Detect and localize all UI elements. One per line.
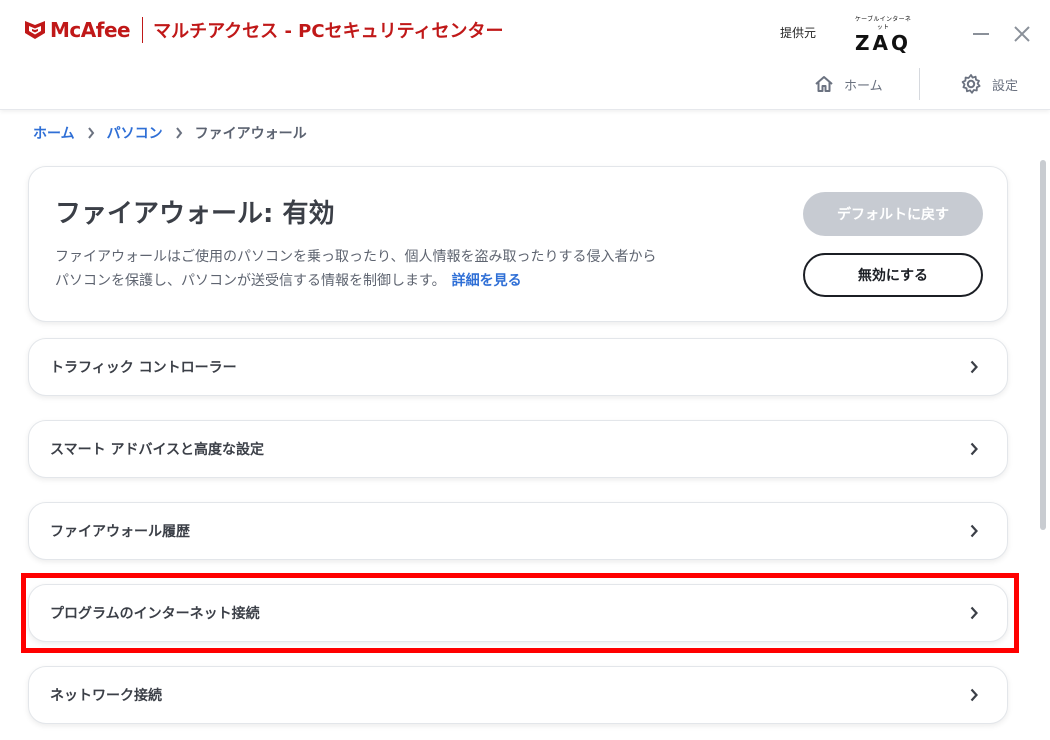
home-icon <box>815 76 833 92</box>
zaq-logo: ケーブルインターネット ZAQ <box>852 16 914 54</box>
brand-divider <box>142 17 144 43</box>
nav-home-label: ホーム <box>844 78 883 94</box>
disable-firewall-button[interactable]: 無効にする <box>803 253 983 297</box>
mcafee-shield-icon <box>25 21 45 39</box>
breadcrumb-current: ファイアウォール <box>194 126 307 142</box>
nav-home[interactable]: ホーム <box>814 68 883 100</box>
nav-settings[interactable]: 設定 <box>960 68 1018 100</box>
restore-default-button[interactable]: デフォルトに戻す <box>803 192 983 236</box>
row-label: プログラムのインターネット接続 <box>50 606 260 622</box>
row-network-connections[interactable]: ネットワーク接続 <box>28 666 1008 724</box>
breadcrumb-pc[interactable]: パソコン <box>107 123 163 143</box>
zaq-logo-subtitle: ケーブルインターネット <box>854 16 912 31</box>
minimize-icon <box>973 33 989 35</box>
chevron-right-icon <box>967 687 981 703</box>
mcafee-logo-text: McAfee <box>50 18 131 42</box>
row-label: トラフィック コントローラー <box>50 360 237 376</box>
firewall-description-line2-wrap: パソコンを保護し、パソコンが送受信する情報を制御します。 詳細を見る <box>55 269 775 293</box>
firewall-status-card: ファイアウォール: 有効 ファイアウォールはご使用のパソコンを乗っ取ったり、個人… <box>28 166 1008 322</box>
breadcrumb-home[interactable]: ホーム <box>33 123 75 143</box>
chevron-right-icon <box>87 127 95 139</box>
firewall-status-title: ファイアウォール: 有効 <box>55 199 335 229</box>
minimize-button[interactable] <box>966 20 996 48</box>
row-label: ファイアウォール履歴 <box>50 524 190 540</box>
gear-icon <box>961 74 981 94</box>
close-icon <box>1014 26 1030 42</box>
firewall-description-line2: パソコンを保護し、パソコンが送受信する情報を制御します。 <box>55 273 446 289</box>
provider-label: 提供元 <box>780 26 817 40</box>
row-program-internet-connections[interactable]: プログラムのインターネット接続 <box>28 584 1008 642</box>
scrollbar-thumb[interactable] <box>1040 160 1046 530</box>
row-smart-advice[interactable]: スマート アドバイスと高度な設定 <box>28 420 1008 478</box>
brand: McAfee マルチアクセス - PCセキュリティセンター <box>24 17 504 43</box>
mcafee-logo: McAfee <box>24 18 131 42</box>
app-header: McAfee マルチアクセス - PCセキュリティセンター 提供元 ケーブルイン… <box>0 0 1050 110</box>
firewall-description: ファイアウォールはご使用のパソコンを乗っ取ったり、個人情報を盗み取ったりする侵入… <box>55 245 775 293</box>
chevron-right-icon <box>967 523 981 539</box>
breadcrumb: ホーム パソコン ファイアウォール <box>33 123 307 143</box>
chevron-right-icon <box>967 441 981 457</box>
row-firewall-history[interactable]: ファイアウォール履歴 <box>28 502 1008 560</box>
chevron-right-icon <box>175 127 183 139</box>
zaq-logo-text: ZAQ <box>855 31 911 55</box>
row-label: ネットワーク接続 <box>50 688 162 704</box>
nav-divider <box>919 68 920 100</box>
nav-settings-label: 設定 <box>992 78 1019 94</box>
close-button[interactable] <box>1007 20 1037 48</box>
firewall-description-line1: ファイアウォールはご使用のパソコンを乗っ取ったり、個人情報を盗み取ったりする侵入… <box>55 249 657 265</box>
row-label: スマート アドバイスと高度な設定 <box>50 442 265 458</box>
row-traffic-controller[interactable]: トラフィック コントローラー <box>28 338 1008 396</box>
app-title: マルチアクセス - PCセキュリティセンター <box>153 21 504 42</box>
learn-more-link[interactable]: 詳細を見る <box>452 273 522 289</box>
chevron-right-icon <box>967 359 981 375</box>
chevron-right-icon <box>967 605 981 621</box>
